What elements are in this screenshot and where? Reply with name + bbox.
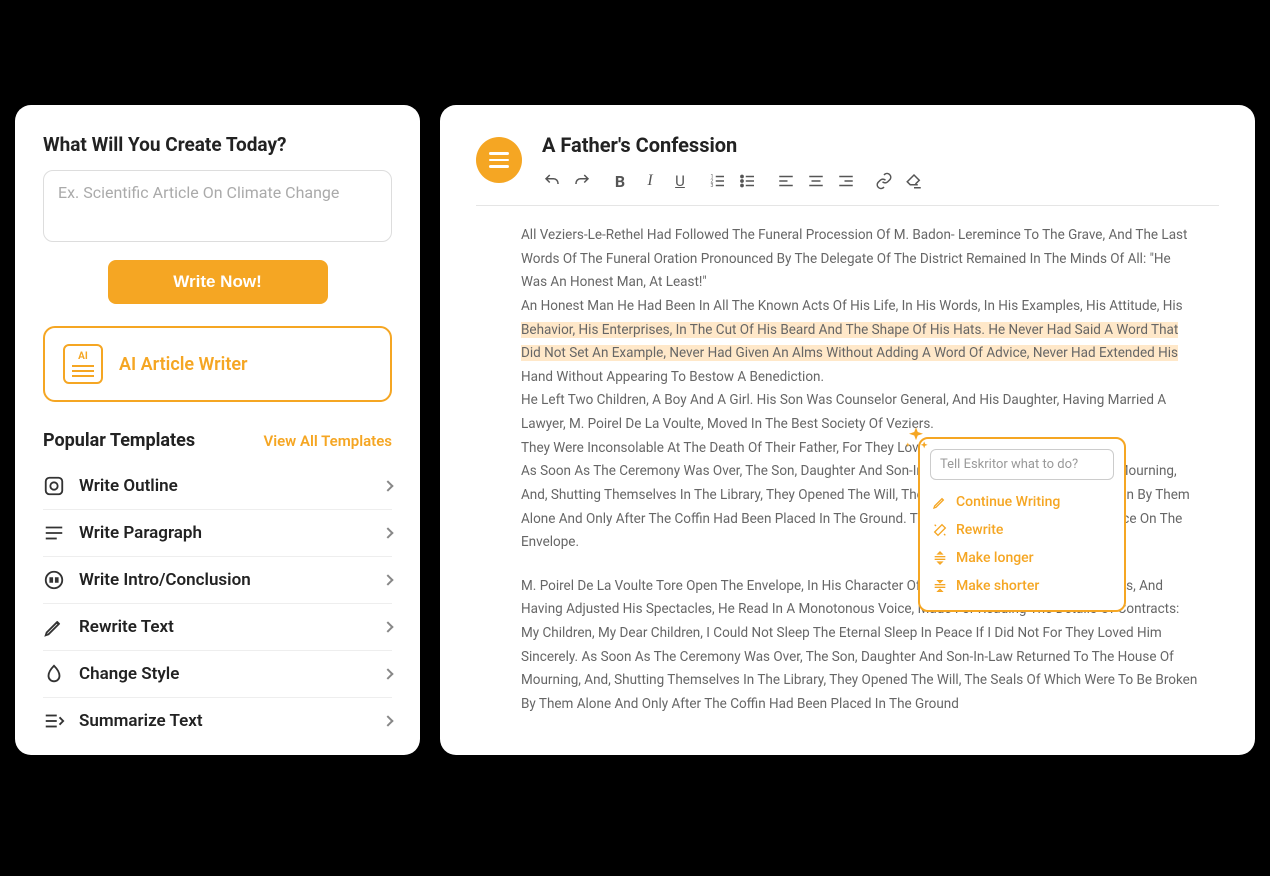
wand-icon: [932, 522, 948, 538]
ai-action-label: Continue Writing: [956, 494, 1060, 510]
template-label: Change Style: [79, 664, 370, 684]
ai-writer-label: AI Article Writer: [119, 354, 248, 375]
topic-input[interactable]: [43, 170, 392, 242]
italic-button[interactable]: I: [640, 171, 660, 191]
underline-button[interactable]: U: [670, 171, 690, 191]
align-left-button[interactable]: [776, 171, 796, 191]
ai-action-make-longer[interactable]: Make longer: [930, 544, 1114, 572]
style-icon: [43, 663, 65, 685]
template-label: Rewrite Text: [79, 617, 370, 637]
divider: [476, 205, 1219, 206]
template-label: Write Outline: [79, 476, 370, 496]
quote-icon: [43, 569, 65, 591]
ai-writer-icon: AI: [63, 344, 103, 384]
prompt-heading: What Will You Create Today?: [43, 133, 392, 156]
rewrite-icon: [43, 616, 65, 638]
chevron-right-icon: [382, 480, 393, 491]
menu-button[interactable]: [476, 137, 522, 183]
sparkle-icon: [902, 425, 930, 453]
chevron-right-icon: [382, 715, 393, 726]
paragraph: All Veziers-Le-Rethel Had Followed The F…: [521, 224, 1199, 295]
paragraph: An Honest Man He Had Been In All The Kno…: [521, 295, 1199, 390]
ai-action-label: Make shorter: [956, 578, 1039, 594]
template-write-outline[interactable]: Write Outline: [43, 463, 392, 510]
selected-text: Behavior, His Enterprises, In The Cut Of…: [521, 322, 1178, 362]
link-button[interactable]: [874, 171, 894, 191]
ai-action-make-shorter[interactable]: Make shorter: [930, 572, 1114, 600]
ai-article-writer-card[interactable]: AI AI Article Writer: [43, 326, 392, 402]
templates-title: Popular Templates: [43, 430, 195, 451]
chevron-right-icon: [382, 668, 393, 679]
redo-button[interactable]: [572, 171, 592, 191]
svg-text:3: 3: [711, 183, 714, 189]
expand-icon: [932, 550, 948, 566]
sidebar-panel: What Will You Create Today? Write Now! A…: [15, 105, 420, 755]
ai-action-label: Make longer: [956, 550, 1034, 566]
view-all-templates-link[interactable]: View All Templates: [263, 432, 392, 450]
document-title[interactable]: A Father's Confession: [542, 133, 1219, 157]
template-rewrite-text[interactable]: Rewrite Text: [43, 604, 392, 651]
ai-actions-popup: Continue Writing Rewrite Make longer Mak…: [918, 437, 1126, 612]
ai-action-label: Rewrite: [956, 522, 1003, 538]
template-summarize-text[interactable]: Summarize Text: [43, 698, 392, 744]
template-change-style[interactable]: Change Style: [43, 651, 392, 698]
templates-header: Popular Templates View All Templates: [43, 430, 392, 451]
editor-panel: A Father's Confession B I U 123: [440, 105, 1255, 755]
chevron-right-icon: [382, 527, 393, 538]
bold-button[interactable]: B: [610, 171, 630, 191]
paragraph-icon: [43, 522, 65, 544]
ai-action-rewrite[interactable]: Rewrite: [930, 516, 1114, 544]
align-right-button[interactable]: [836, 171, 856, 191]
write-now-button[interactable]: Write Now!: [108, 260, 328, 304]
ordered-list-button[interactable]: 123: [708, 171, 728, 191]
ai-action-continue-writing[interactable]: Continue Writing: [930, 488, 1114, 516]
ai-command-input[interactable]: [930, 449, 1114, 480]
chevron-right-icon: [382, 574, 393, 585]
erase-button[interactable]: [904, 171, 924, 191]
template-label: Summarize Text: [79, 711, 370, 731]
template-label: Write Intro/Conclusion: [79, 570, 370, 590]
align-center-button[interactable]: [806, 171, 826, 191]
editor-toolbar: B I U 123: [542, 171, 1219, 191]
template-write-paragraph[interactable]: Write Paragraph: [43, 510, 392, 557]
chevron-right-icon: [382, 621, 393, 632]
template-write-intro-conclusion[interactable]: Write Intro/Conclusion: [43, 557, 392, 604]
summarize-icon: [43, 710, 65, 732]
compress-icon: [932, 578, 948, 594]
pencil-icon: [932, 494, 948, 510]
undo-button[interactable]: [542, 171, 562, 191]
template-label: Write Paragraph: [79, 523, 370, 543]
paragraph: He Left Two Children, A Boy And A Girl. …: [521, 389, 1199, 436]
outline-icon: [43, 475, 65, 497]
unordered-list-button[interactable]: [738, 171, 758, 191]
